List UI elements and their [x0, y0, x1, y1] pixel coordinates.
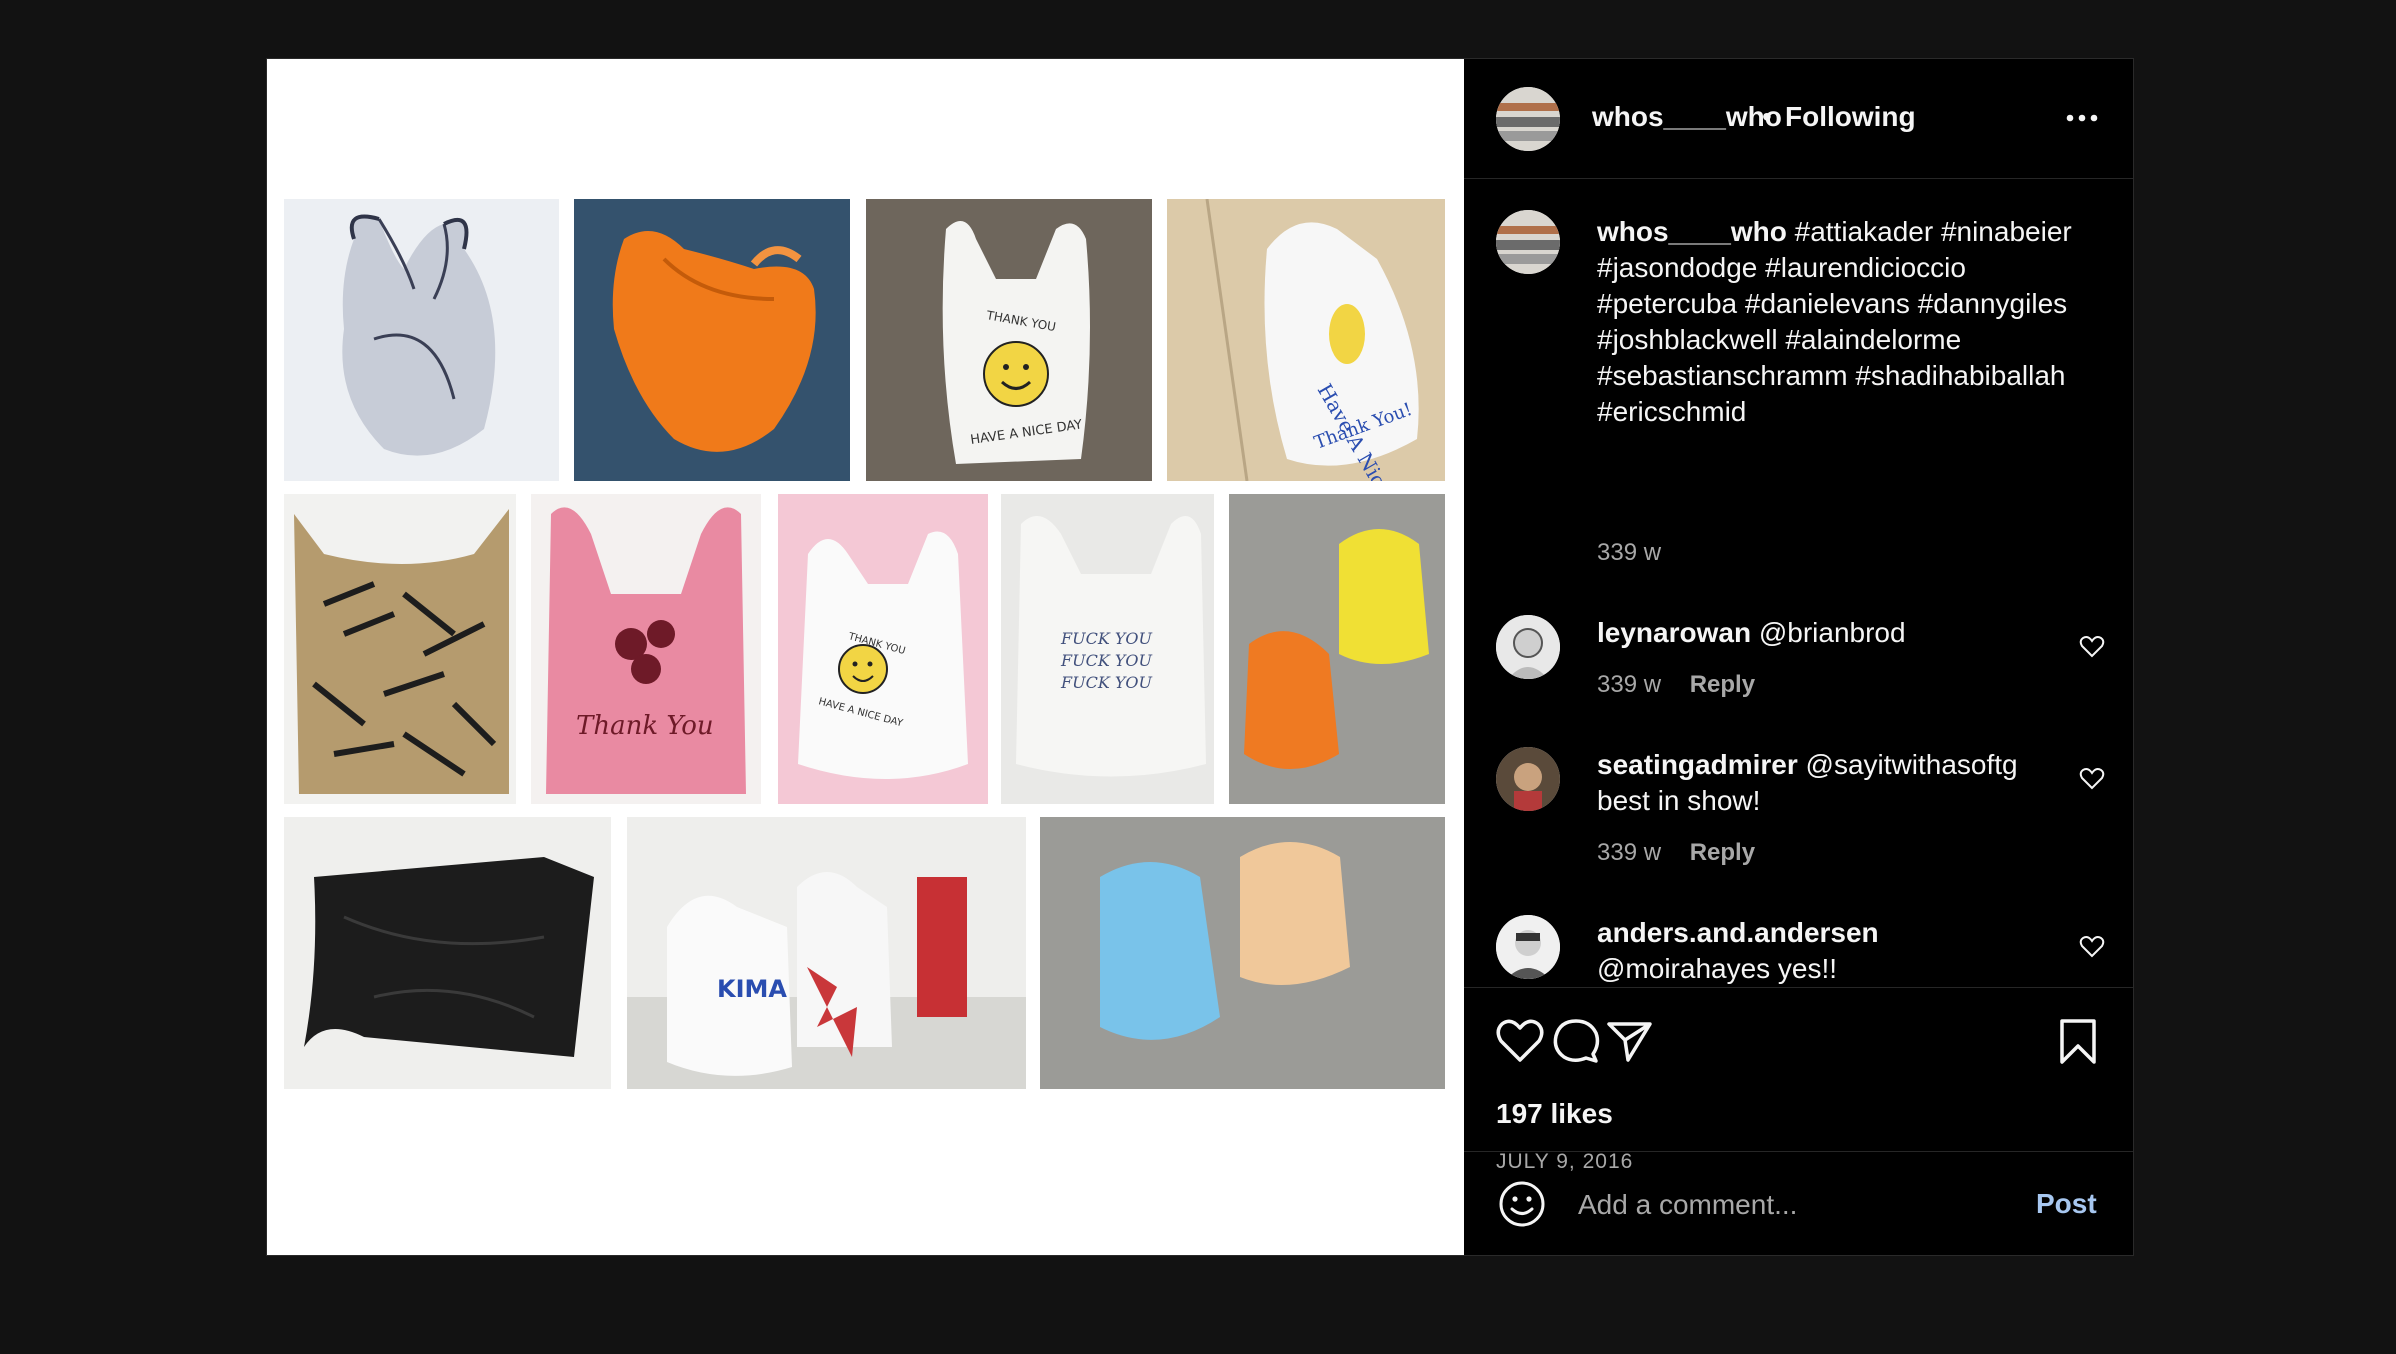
comment-text: anders.and.andersen @moirahayes yes!! [1597, 915, 2057, 987]
following-button[interactable]: Following [1785, 101, 1916, 133]
comments-list[interactable]: whos____who #attiakader #ninabeier #jaso… [1464, 180, 2133, 987]
caption-hashtags: #attiakader #ninabeier #jasondodge #laur… [1597, 216, 2072, 427]
likes-count[interactable]: 197 likes [1496, 1098, 1613, 1130]
caption-text: whos____who #attiakader #ninabeier #jaso… [1597, 214, 2097, 430]
emoji-icon[interactable] [1498, 1180, 1546, 1228]
svg-text:FUCK YOU: FUCK YOU [1060, 673, 1153, 692]
comment-like-heart-icon[interactable] [2079, 767, 2105, 791]
post-header: whos____who • Following [1464, 59, 2133, 179]
bag-photo-pink-thank-you: Thank You [531, 494, 761, 804]
bag-photo-smiley-thank-you: THANK YOU HAVE A NICE DAY [866, 199, 1152, 481]
comment-avatar[interactable] [1496, 747, 1560, 811]
comment-input[interactable] [1576, 1182, 2020, 1228]
post-author-username[interactable]: whos____who [1592, 101, 1782, 133]
comment-text: seatingadmirer @sayitwithasoftg best in … [1597, 747, 2057, 819]
comment-meta: 339 w Reply [1597, 671, 1755, 699]
bag-photo-yellow-orange [1229, 494, 1445, 804]
bag-photo-taped-brown [284, 494, 516, 804]
comment-text: leynarowan @brianbrod [1597, 615, 2057, 651]
bag-photo-blue-peach [1040, 817, 1445, 1089]
comment-username[interactable]: leynarowan [1597, 617, 1751, 648]
comment-bubble-icon[interactable] [1550, 1016, 1602, 1066]
comment-time: 339 w [1597, 839, 1662, 866]
comment-body: @brianbrod [1758, 617, 1906, 648]
post-side-panel: whos____who • Following whos____who #att… [1464, 59, 2133, 1255]
more-horizontal-icon[interactable] [2064, 103, 2100, 133]
bag-photo-thank-you-smiley-pink: THANK YOU HAVE A NICE DAY [778, 494, 988, 804]
caption-username[interactable]: whos____who [1597, 216, 1787, 247]
avatar[interactable] [1496, 87, 1560, 151]
comment-avatar[interactable] [1496, 615, 1560, 679]
paper-plane-icon[interactable] [1604, 1016, 1656, 1066]
caption-time: 339 w [1597, 539, 1662, 566]
comment-body: @moirahayes yes!! [1597, 953, 1838, 984]
post-modal: THANK YOU HAVE A NICE DAY Have A Nice Da… [266, 58, 2134, 1256]
svg-text:FUCK YOU: FUCK YOU [1060, 651, 1153, 670]
reply-button[interactable]: Reply [1690, 839, 1755, 866]
post-image[interactable]: THANK YOU HAVE A NICE DAY Have A Nice Da… [267, 59, 1464, 1255]
comment-time: 339 w [1597, 671, 1662, 698]
bag-photo-have-a-nice-day: Have A Nice Day Thank You! [1167, 199, 1445, 481]
comment-username[interactable]: anders.and.andersen [1597, 917, 1879, 948]
bag-photo-orange [574, 199, 850, 481]
comment-username[interactable]: seatingadmirer [1597, 749, 1798, 780]
heart-icon[interactable] [1494, 1016, 1546, 1066]
reply-button[interactable]: Reply [1690, 671, 1755, 698]
svg-text:Thank You: Thank You [576, 711, 714, 741]
comment-avatar[interactable] [1496, 915, 1560, 979]
post-button[interactable]: Post [2036, 1188, 2097, 1220]
bag-photo-white-text: FUCK YOU FUCK YOU FUCK YOU [1001, 494, 1214, 804]
svg-text:KIMA: KIMA [717, 975, 787, 1003]
bag-photo-white-printed: KIMA [627, 817, 1026, 1089]
comment-like-heart-icon[interactable] [2079, 935, 2105, 959]
caption-meta: 339 w [1597, 539, 1661, 567]
comment-meta: 339 w Reply [1597, 839, 1755, 867]
caption-avatar[interactable] [1496, 210, 1560, 274]
add-comment-bar: Post [1464, 1151, 2133, 1255]
svg-text:FUCK YOU: FUCK YOU [1060, 629, 1153, 648]
comment-like-heart-icon[interactable] [2079, 635, 2105, 659]
separator-dot: • [1762, 101, 1772, 132]
bookmark-icon[interactable] [2052, 1016, 2104, 1066]
bag-photo-grey-mesh [284, 199, 559, 481]
bag-photo-black [284, 817, 611, 1089]
